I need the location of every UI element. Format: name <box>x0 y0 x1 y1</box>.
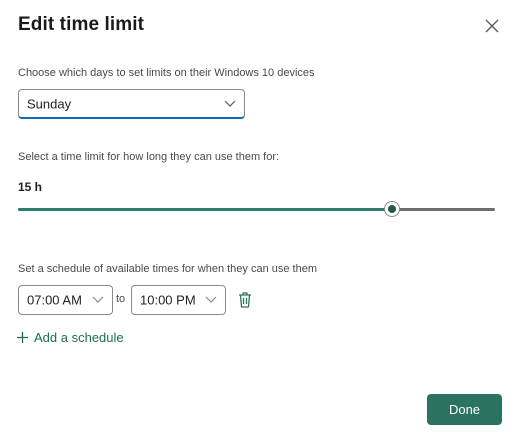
chevron-down-icon <box>224 100 236 107</box>
add-schedule-label: Add a schedule <box>34 330 124 345</box>
close-button[interactable] <box>480 14 504 38</box>
dialog-title: Edit time limit <box>18 14 145 35</box>
start-time-select[interactable]: 07:00 AM <box>18 285 113 315</box>
trash-icon <box>239 292 251 308</box>
time-limit-slider[interactable] <box>18 201 495 217</box>
time-limit-label: Select a time limit for how long they ca… <box>18 151 280 163</box>
end-time-select[interactable]: 10:00 PM <box>131 285 226 315</box>
end-time-value: 10:00 PM <box>140 292 196 308</box>
time-limit-value: 15 h <box>18 180 43 194</box>
day-select[interactable]: Sunday <box>18 89 245 119</box>
edit-time-limit-dialog: Edit time limit Choose which days to set… <box>0 0 516 440</box>
day-select-value: Sunday <box>27 96 72 111</box>
slider-thumb[interactable] <box>384 201 401 217</box>
schedule-label: Set a schedule of available times for wh… <box>18 263 318 275</box>
close-icon <box>485 19 499 33</box>
start-time-value: 07:00 AM <box>27 292 82 308</box>
to-separator: to <box>116 293 126 305</box>
add-schedule-button[interactable]: Add a schedule <box>16 330 124 345</box>
chevron-down-icon <box>92 296 104 303</box>
chevron-down-icon <box>205 296 217 303</box>
delete-schedule-button[interactable] <box>236 290 254 310</box>
days-label: Choose which days to set limits on their… <box>18 67 315 79</box>
slider-fill <box>18 208 393 211</box>
plus-icon <box>17 332 28 343</box>
done-button[interactable]: Done <box>427 394 502 425</box>
